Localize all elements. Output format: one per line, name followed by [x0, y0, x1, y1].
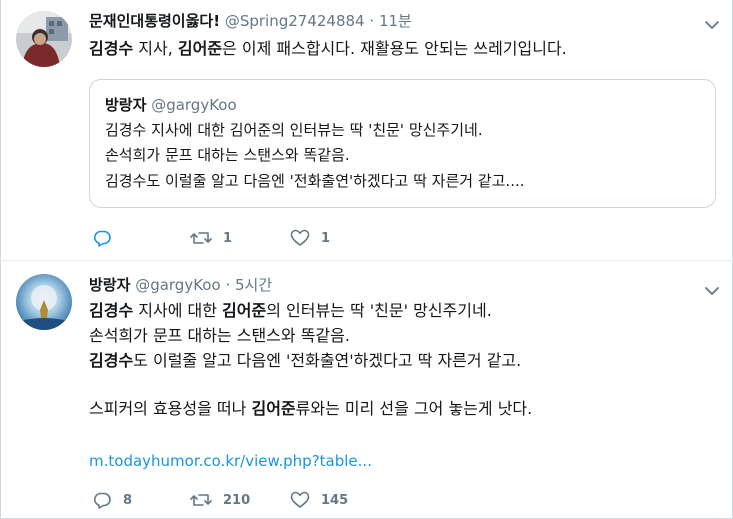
text-span: 지사에 대한 [133, 301, 223, 320]
reply-count: 8 [123, 492, 133, 508]
text-span: 의 인터뷰는 딱 '친문' 망신주기네. [266, 301, 492, 320]
more-caret-icon[interactable] [703, 16, 721, 34]
tweet-text-line-3: 김경수도 이럴줄 알고 다음엔 '전화출연'하겠다고 딱 자른거 같고. [89, 350, 521, 372]
quote-line-1: 김경수 지사에 대한 김어준의 인터뷰는 딱 '친문' 망신주기네. [105, 121, 483, 139]
tweet-text-line-1: 김경수 지사에 대한 김어준의 인터뷰는 딱 '친문' 망신주기네. [89, 300, 492, 322]
separator-dot: · [369, 12, 375, 30]
text-bold: 김어준 [222, 301, 267, 320]
like-count: 145 [321, 492, 349, 508]
handle[interactable]: @Spring27424884 [225, 12, 365, 30]
timestamp[interactable]: 11분 [379, 12, 412, 30]
text-bold: 김어준 [177, 39, 223, 58]
tweet-header: 문재인대통령이옳다! @Spring27424884 · 11분 [89, 11, 412, 31]
handle[interactable]: @gargyKoo [135, 276, 220, 294]
timestamp[interactable]: 5시간 [235, 276, 272, 294]
retweet-icon [190, 232, 212, 244]
display-name[interactable]: 방랑자 [89, 276, 130, 294]
reply-button[interactable]: 8 [92, 490, 132, 510]
retweet-icon [190, 494, 212, 506]
quote-handle: @gargyKoo [151, 96, 237, 114]
text-bold: 김경수 [89, 351, 134, 370]
tweet-link[interactable]: m.todayhumor.co.kr/view.php?table... [89, 451, 372, 471]
tweet-2[interactable]: 방랑자 @gargyKoo · 5시간 김경수 지사에 대한 김어준의 인터뷰는… [0, 262, 733, 519]
text-span: 류와는 미리 선을 그어 놓는게 낫다. [295, 399, 533, 418]
tweet-1[interactable]: 문재인대통령이옳다! @Spring27424884 · 11분 김경수 지사,… [0, 0, 733, 261]
avatar[interactable] [16, 11, 72, 67]
quote-line-3: 김경수도 이럴줄 알고 다음엔 '전화출연'하겠다고 딱 자른거 같고.... [105, 172, 525, 190]
reply-icon [93, 492, 111, 509]
quote-display-name: 방랑자 [105, 96, 147, 114]
quoted-tweet[interactable]: 방랑자 @gargyKoo 김경수 지사에 대한 김어준의 인터뷰는 딱 '친문… [89, 79, 716, 208]
quote-header: 방랑자 @gargyKoo [105, 95, 237, 115]
text-span: 스피커의 효용성을 떠나 [89, 399, 252, 418]
reply-icon [93, 230, 111, 247]
tweet-text: 김경수 지사, 김어준은 이제 패스합시다. 재활용도 안되는 쓰레기입니다. [89, 38, 567, 60]
text-span: 은 이제 패스합시다. 재활용도 안되는 쓰레기입니다. [222, 39, 567, 58]
like-count: 1 [321, 230, 331, 246]
retweet-count: 210 [223, 492, 251, 508]
tweet-text-line-4: 스피커의 효용성을 떠나 김어준류와는 미리 선을 그어 놓는게 낫다. [89, 398, 532, 420]
text-bold: 김어준 [251, 399, 296, 418]
quote-line-2: 손석희가 문프 대하는 스탠스와 똑같음. [105, 146, 350, 164]
text-span: 지사, [133, 39, 178, 58]
tweet-text-line-2: 손석희가 문프 대하는 스탠스와 똑같음. [89, 326, 350, 345]
retweet-button[interactable]: 210 [190, 490, 250, 510]
like-button[interactable]: 145 [290, 490, 348, 510]
text-bold: 김경수 [89, 301, 134, 320]
text-bold: 김경수 [89, 39, 134, 58]
retweet-count: 1 [223, 230, 233, 246]
avatar[interactable] [16, 274, 72, 330]
like-icon [290, 491, 310, 508]
display-name[interactable]: 문재인대통령이옳다! [89, 12, 220, 30]
tweet-header: 방랑자 @gargyKoo · 5시간 [89, 275, 272, 295]
separator-dot: · [225, 276, 231, 294]
like-button[interactable]: 1 [290, 228, 330, 248]
retweet-button[interactable]: 1 [190, 228, 232, 248]
more-caret-icon[interactable] [703, 282, 721, 300]
like-icon [290, 229, 310, 246]
reply-button[interactable] [92, 228, 123, 248]
text-span: 도 이럴줄 알고 다음엔 '전화출연'하겠다고 딱 자른거 같고. [133, 351, 522, 370]
